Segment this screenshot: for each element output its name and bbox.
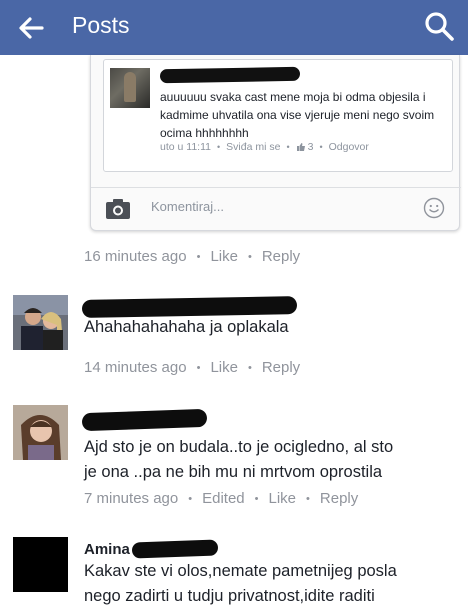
embedded-reply-meta: uto u 11:11 • Sviđa mi se • 3 • Odgovor	[160, 141, 369, 153]
separator-dot: •	[188, 492, 193, 505]
post-time: 16 minutes ago	[84, 248, 187, 265]
redacted-name	[81, 408, 208, 432]
separator-dot: •	[196, 250, 201, 263]
separator-dot: •	[286, 142, 290, 152]
comment-time: 14 minutes ago	[84, 359, 187, 376]
embedded-like-link[interactable]: Sviđa mi se	[226, 141, 280, 153]
reply-link[interactable]: Reply	[262, 359, 300, 376]
avatar[interactable]	[13, 537, 68, 592]
comment-text: Ajd sto je on budala..to je ocigledno, a…	[84, 435, 393, 485]
comment-input-bar: Komentiraj...	[91, 187, 461, 229]
separator-dot: •	[247, 250, 252, 263]
comment-author[interactable]: Amina	[84, 541, 130, 558]
separator-dot: •	[247, 361, 252, 374]
comment-time: 7 minutes ago	[84, 490, 179, 507]
embedded-comment-screenshot: auuuuuu svaka cast mene moja bi odma obj…	[90, 55, 461, 231]
comment-text-line: je ona ..pa ne bih mu ni mrtvom oprostil…	[84, 463, 383, 481]
comment-text: Kakav ste vi olos,nemate pametnijeg posl…	[84, 559, 397, 607]
comment-text-line: Kakav ste vi olos,nemate pametnijeg posl…	[84, 562, 397, 580]
like-link[interactable]: Like	[210, 248, 238, 265]
page-title: Posts	[72, 12, 130, 38]
like-count: 3	[296, 141, 314, 153]
post-meta: 16 minutes ago • Like • Reply	[84, 248, 300, 265]
like-link[interactable]: Like	[210, 359, 238, 376]
comment-text: Ahahahahahaha ja oplakala	[84, 318, 289, 336]
avatar-photo	[13, 295, 68, 350]
reply-link[interactable]: Reply	[262, 248, 300, 265]
embedded-reply-link[interactable]: Odgovor	[329, 141, 369, 153]
like-count-value: 3	[307, 141, 314, 153]
reply-link[interactable]: Reply	[320, 490, 358, 507]
comment-meta: 7 minutes ago • Edited • Like • Reply	[84, 490, 358, 507]
separator-dot: •	[254, 492, 259, 505]
camera-icon[interactable]	[105, 198, 131, 220]
comments-feed: auuuuuu svaka cast mene moja bi odma obj…	[0, 55, 468, 607]
comment-input[interactable]: Komentiraj...	[151, 199, 224, 214]
comment-text-line: nego zadirti u tudju privatnost,idite ra…	[84, 587, 375, 605]
redacted-name	[131, 539, 219, 559]
comment-text-line: Ajd sto je on budala..to je ocigledno, a…	[84, 438, 394, 456]
like-link[interactable]: Like	[269, 490, 297, 507]
avatar[interactable]	[13, 295, 68, 350]
thumbs-up-icon	[296, 143, 305, 151]
separator-dot: •	[306, 492, 310, 505]
avatar	[110, 68, 150, 108]
avatar[interactable]	[13, 405, 68, 460]
embedded-reply: auuuuuu svaka cast mene moja bi odma obj…	[103, 59, 453, 172]
app-bar: Posts	[0, 0, 468, 55]
separator-dot: •	[217, 142, 221, 152]
separator-dot: •	[319, 142, 323, 152]
avatar-photo	[13, 405, 68, 460]
embedded-reply-time: uto u 11:11	[160, 141, 211, 153]
search-icon[interactable]	[422, 9, 456, 43]
embedded-reply-text: auuuuuu svaka cast mene moja bi odma obj…	[160, 90, 435, 140]
separator-dot: •	[196, 361, 201, 374]
arrow-left-icon[interactable]	[16, 13, 46, 43]
comment-meta: 14 minutes ago • Like • Reply	[84, 359, 300, 376]
edited-label[interactable]: Edited	[202, 490, 245, 507]
smiley-icon[interactable]	[423, 197, 445, 219]
redacted-name	[159, 66, 301, 84]
